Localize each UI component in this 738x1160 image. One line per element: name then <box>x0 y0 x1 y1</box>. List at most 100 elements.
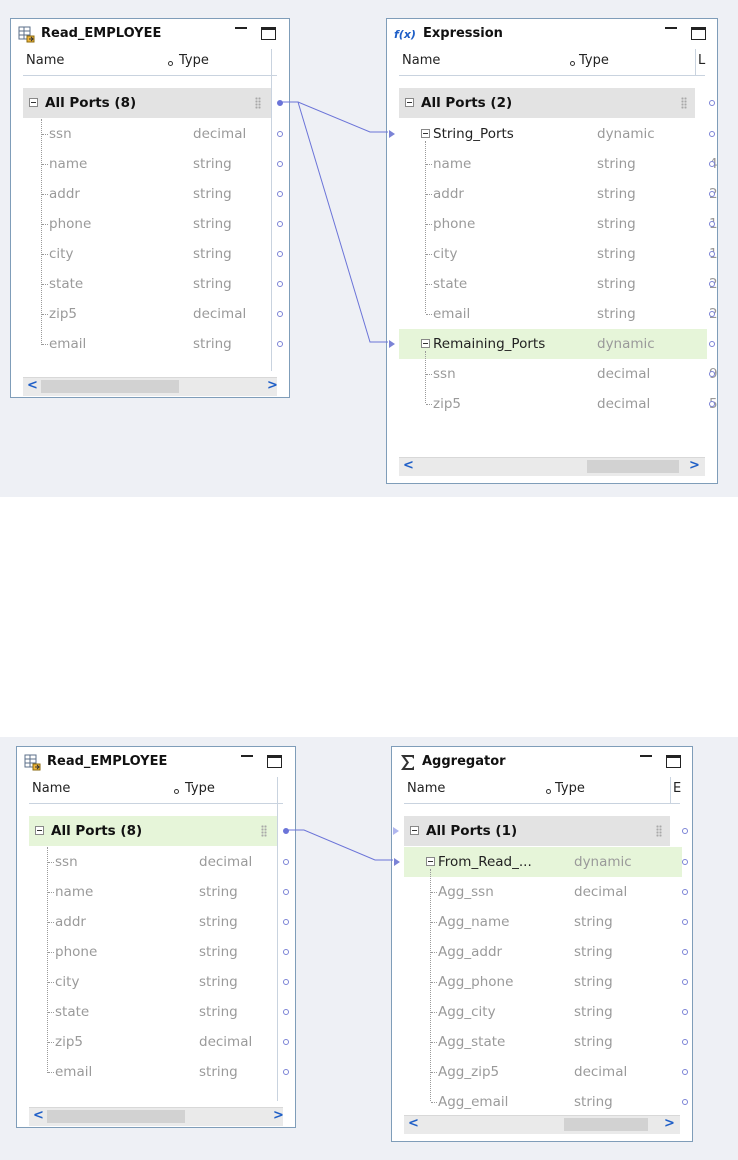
field-row[interactable]: citystring1 <box>399 239 717 269</box>
all-ports-output-port-icon[interactable] <box>283 828 289 834</box>
horizontal-scrollbar[interactable]: < > <box>23 377 278 396</box>
output-port-icon[interactable] <box>709 401 715 407</box>
output-port-icon[interactable] <box>709 191 715 197</box>
field-row[interactable]: namestring4 <box>399 149 717 179</box>
field-row[interactable]: ssn decimal <box>23 119 271 149</box>
scroll-left-arrow[interactable]: < <box>33 1108 44 1123</box>
column-type-header[interactable]: Type <box>579 53 609 68</box>
scroll-thumb[interactable] <box>564 1118 648 1131</box>
output-port-icon[interactable] <box>277 131 283 137</box>
output-port-icon[interactable] <box>277 221 283 227</box>
output-port-icon[interactable] <box>283 889 289 895</box>
output-port-icon[interactable] <box>277 161 283 167</box>
collapse-icon[interactable] <box>426 857 435 866</box>
output-port-icon[interactable] <box>682 1069 688 1075</box>
output-port-icon[interactable] <box>283 979 289 985</box>
drag-handle-icon[interactable] <box>656 825 662 837</box>
scroll-left-arrow[interactable]: < <box>27 378 38 393</box>
column-type-header[interactable]: Type <box>185 781 215 796</box>
output-port-icon[interactable] <box>277 281 283 287</box>
output-port-icon[interactable] <box>682 949 688 955</box>
port-group-row[interactable]: From_Read_... dynamic <box>404 847 682 877</box>
scroll-right-arrow[interactable]: > <box>273 1108 284 1123</box>
field-row[interactable]: Agg_ssn decimal <box>404 877 670 907</box>
all-ports-port-icon[interactable] <box>709 100 715 106</box>
field-row[interactable]: state string <box>29 997 277 1027</box>
maximize-icon[interactable] <box>691 27 706 40</box>
output-port-icon[interactable] <box>277 191 283 197</box>
group-port-icon[interactable] <box>682 859 688 865</box>
field-row[interactable]: statestring2 <box>399 269 717 299</box>
column-type-header[interactable]: Type <box>555 781 585 796</box>
field-row[interactable]: name string <box>29 877 277 907</box>
output-port-icon[interactable] <box>283 1069 289 1075</box>
maximize-icon[interactable] <box>261 27 276 40</box>
port-group-row[interactable]: String_Ports dynamic <box>399 119 707 149</box>
scroll-right-arrow[interactable]: > <box>664 1116 675 1131</box>
output-port-icon[interactable] <box>682 889 688 895</box>
output-port-icon[interactable] <box>709 161 715 167</box>
expression-transformation[interactable]: f(x) Expression Name Type L All Ports (2… <box>386 18 718 484</box>
field-row[interactable]: email string <box>23 329 271 359</box>
minimize-icon[interactable] <box>241 750 253 760</box>
minimize-icon[interactable] <box>665 22 677 32</box>
transformation-header[interactable]: Aggregator <box>392 747 692 777</box>
field-row[interactable]: addr string <box>23 179 271 209</box>
field-row[interactable]: Agg_city string <box>404 997 670 1027</box>
all-ports-row[interactable]: All Ports (1) <box>404 816 670 846</box>
field-row[interactable]: Agg_email string <box>404 1087 670 1117</box>
all-ports-row[interactable]: All Ports (8) <box>29 816 277 846</box>
output-port-icon[interactable] <box>709 281 715 287</box>
scroll-thumb[interactable] <box>41 380 179 393</box>
field-row[interactable]: phone string <box>23 209 271 239</box>
output-port-icon[interactable] <box>682 1099 688 1105</box>
column-name-header[interactable]: Name <box>32 781 70 796</box>
scroll-thumb[interactable] <box>587 460 679 473</box>
field-row[interactable]: email string <box>29 1057 277 1087</box>
column-type-header[interactable]: Type <box>179 53 209 68</box>
transformation-header[interactable]: Read_EMPLOYEE <box>11 19 289 49</box>
field-row[interactable]: emailstring2 <box>399 299 717 329</box>
field-row[interactable]: ssndecimal9 <box>399 359 717 389</box>
all-ports-port-icon[interactable] <box>682 828 688 834</box>
field-row[interactable]: state string <box>23 269 271 299</box>
collapse-icon[interactable] <box>421 339 430 348</box>
output-port-icon[interactable] <box>283 1009 289 1015</box>
output-port-icon[interactable] <box>682 1009 688 1015</box>
drag-handle-icon[interactable] <box>261 825 267 837</box>
output-port-icon[interactable] <box>283 1039 289 1045</box>
output-port-icon[interactable] <box>682 1039 688 1045</box>
collapse-icon[interactable] <box>29 98 38 107</box>
column-name-header[interactable]: Name <box>407 781 445 796</box>
output-port-icon[interactable] <box>283 859 289 865</box>
collapse-icon[interactable] <box>405 98 414 107</box>
collapse-icon[interactable] <box>410 826 419 835</box>
field-row[interactable]: Agg_zip5 decimal <box>404 1057 670 1087</box>
output-port-icon[interactable] <box>709 251 715 257</box>
column-length-header[interactable]: L <box>698 53 705 68</box>
port-group-row[interactable]: Remaining_Ports dynamic <box>399 329 707 359</box>
field-row[interactable]: zip5 decimal <box>23 299 271 329</box>
all-ports-row[interactable]: All Ports (8) <box>23 88 271 118</box>
maximize-icon[interactable] <box>267 755 282 768</box>
scroll-right-arrow[interactable]: > <box>267 378 278 393</box>
maximize-icon[interactable] <box>666 755 681 768</box>
column-name-header[interactable]: Name <box>402 53 440 68</box>
horizontal-scrollbar[interactable]: < > <box>29 1107 284 1126</box>
scroll-left-arrow[interactable]: < <box>408 1116 419 1131</box>
output-port-icon[interactable] <box>277 251 283 257</box>
scroll-right-arrow[interactable]: > <box>689 458 700 473</box>
output-port-icon[interactable] <box>682 979 688 985</box>
field-row[interactable]: ssn decimal <box>29 847 277 877</box>
field-row[interactable]: zip5decimal5 <box>399 389 717 419</box>
output-port-icon[interactable] <box>709 311 715 317</box>
field-row[interactable]: phone string <box>29 937 277 967</box>
output-port-icon[interactable] <box>277 311 283 317</box>
collapse-icon[interactable] <box>421 129 430 138</box>
field-row[interactable]: zip5 decimal <box>29 1027 277 1057</box>
column-extra-header[interactable]: E <box>673 781 681 796</box>
field-row[interactable]: addr string <box>29 907 277 937</box>
read-employee-transformation[interactable]: Read_EMPLOYEE Name Type All Ports (8) ss… <box>16 746 296 1128</box>
transformation-header[interactable]: Read_EMPLOYEE <box>17 747 295 777</box>
scroll-thumb[interactable] <box>47 1110 185 1123</box>
